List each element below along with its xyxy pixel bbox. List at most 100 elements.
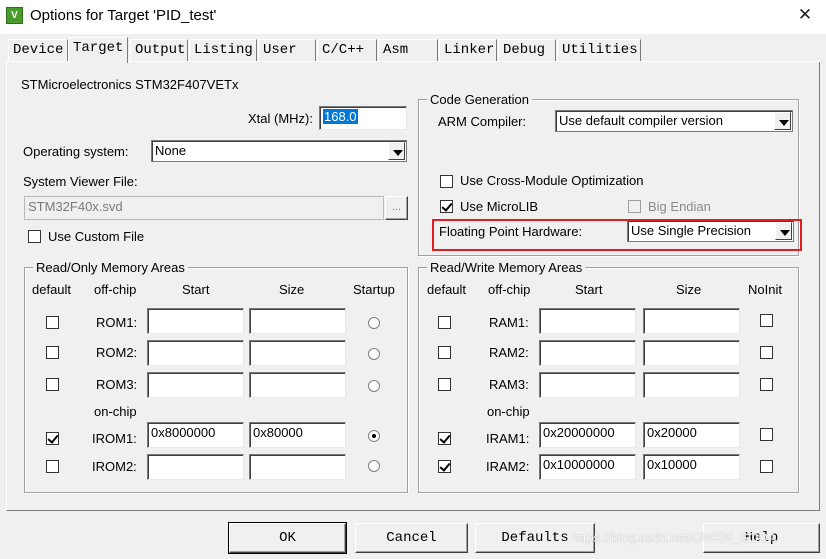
tab-device[interactable]: Device: [8, 39, 68, 61]
ok-button[interactable]: OK: [228, 522, 347, 554]
ram2-start-input[interactable]: [539, 340, 636, 366]
tab-c-cpp[interactable]: C/C++: [317, 39, 377, 61]
chevron-down-icon[interactable]: [388, 142, 405, 160]
irom2-startup-radio[interactable]: [368, 460, 380, 472]
ro-header-startup: Startup: [353, 282, 395, 297]
iram2-size-input[interactable]: 0x10000: [643, 454, 740, 480]
os-label: Operating system:: [23, 144, 129, 159]
ram1-size-input[interactable]: [643, 308, 740, 334]
iram1-label: IRAM1:: [486, 431, 530, 446]
rom3-start-input[interactable]: [147, 372, 244, 398]
ram1-noinit-checkbox[interactable]: [760, 314, 773, 327]
rom3-startup-radio[interactable]: [368, 380, 380, 392]
ram2-label: RAM2:: [489, 345, 529, 360]
rom3-default-checkbox[interactable]: [46, 378, 59, 391]
window-title: Options for Target 'PID_test': [30, 7, 217, 24]
ram2-noinit-checkbox[interactable]: [760, 346, 773, 359]
irom1-startup-radio[interactable]: [368, 430, 380, 442]
ram3-size-input[interactable]: [643, 372, 740, 398]
tab-asm[interactable]: Asm: [378, 39, 438, 61]
ro-header-offchip: off-chip: [94, 282, 137, 297]
tab-target[interactable]: Target: [68, 37, 128, 63]
svd-label: System Viewer File:: [23, 174, 138, 189]
chevron-down-icon[interactable]: [774, 112, 791, 130]
rom2-start-input[interactable]: [147, 340, 244, 366]
iram2-label: IRAM2:: [486, 459, 530, 474]
ro-header-size: Size: [279, 282, 305, 297]
rw-header-start: Start: [575, 282, 603, 297]
tab-listing[interactable]: Listing: [189, 39, 257, 61]
iram1-size-input[interactable]: 0x20000: [643, 422, 740, 448]
tab-divider: [6, 61, 820, 62]
tab-user[interactable]: User: [258, 39, 316, 61]
rom3-size-input[interactable]: [249, 372, 346, 398]
watermark: https://blog.csdn.net/OWEN_SODA: [572, 530, 777, 545]
iram2-default-checkbox[interactable]: [438, 460, 451, 473]
ram3-default-checkbox[interactable]: [438, 378, 451, 391]
custom-file-checkbox[interactable]: [28, 230, 41, 243]
keil-app-icon: V: [6, 7, 23, 24]
rom2-label: ROM2:: [96, 345, 138, 360]
arm-compiler-label: ARM Compiler:: [438, 114, 527, 129]
ro-header-start: Start: [182, 282, 210, 297]
irom1-size-input[interactable]: 0x80000: [249, 422, 346, 448]
rw-onchip-label: on-chip: [487, 404, 530, 419]
ram1-start-input[interactable]: [539, 308, 636, 334]
tab-output[interactable]: Output: [130, 39, 188, 61]
ram2-size-input[interactable]: [643, 340, 740, 366]
rom2-default-checkbox[interactable]: [46, 346, 59, 359]
xtal-input[interactable]: 168.0: [319, 106, 407, 130]
big-endian-checkbox: [628, 200, 641, 213]
tab-utilities[interactable]: Utilities: [557, 39, 641, 61]
rom1-label: ROM1:: [96, 315, 138, 330]
svd-browse-button: ...: [385, 196, 408, 220]
ram3-start-input[interactable]: [539, 372, 636, 398]
rw-header-offchip: off-chip: [488, 282, 531, 297]
irom1-start-input[interactable]: 0x8000000: [147, 422, 244, 448]
title-bar: V Options for Target 'PID_test' ✕: [0, 0, 826, 34]
tab-linker[interactable]: Linker: [439, 39, 497, 61]
rom1-start-input[interactable]: [147, 308, 244, 334]
rom3-label: ROM3:: [96, 377, 138, 392]
iram2-start-input[interactable]: 0x10000000: [539, 454, 636, 480]
irom1-label: IROM1:: [92, 431, 137, 446]
ro-onchip-label: on-chip: [94, 404, 137, 419]
iram1-noinit-checkbox[interactable]: [760, 428, 773, 441]
tab-debug[interactable]: Debug: [498, 39, 556, 61]
rw-header-noinit: NoInit: [748, 282, 782, 297]
os-select[interactable]: None: [151, 140, 407, 162]
rom1-default-checkbox[interactable]: [46, 316, 59, 329]
rw-header-default: default: [427, 282, 467, 297]
device-name: STMicroelectronics STM32F407VETx: [21, 77, 239, 92]
rw-header-size: Size: [676, 282, 702, 297]
code-generation-title: Code Generation: [427, 92, 533, 107]
ram3-label: RAM3:: [489, 377, 529, 392]
irom2-label: IROM2:: [92, 459, 137, 474]
fpu-highlight-box: [432, 219, 802, 251]
ram1-label: RAM1:: [489, 315, 529, 330]
close-icon[interactable]: ✕: [796, 5, 814, 25]
ram3-noinit-checkbox[interactable]: [760, 378, 773, 391]
iram1-start-input[interactable]: 0x20000000: [539, 422, 636, 448]
ram1-default-checkbox[interactable]: [438, 316, 451, 329]
irom2-default-checkbox[interactable]: [46, 460, 59, 473]
irom2-start-input[interactable]: [147, 454, 244, 480]
irom2-size-input[interactable]: [249, 454, 346, 480]
rom2-startup-radio[interactable]: [368, 348, 380, 360]
irom1-default-checkbox[interactable]: [46, 432, 59, 445]
rom1-startup-radio[interactable]: [368, 317, 380, 329]
microlib-checkbox[interactable]: [440, 200, 453, 213]
cross-module-checkbox[interactable]: [440, 175, 453, 188]
cross-module-label: Use Cross-Module Optimization: [460, 173, 644, 188]
arm-compiler-select[interactable]: Use default compiler version: [555, 110, 793, 132]
ro-memory-title: Read/Only Memory Areas: [33, 260, 188, 275]
iram1-default-checkbox[interactable]: [438, 432, 451, 445]
iram2-noinit-checkbox[interactable]: [760, 460, 773, 473]
ram2-default-checkbox[interactable]: [438, 346, 451, 359]
cancel-button[interactable]: Cancel: [355, 523, 468, 553]
rom1-size-input[interactable]: [249, 308, 346, 334]
rom2-size-input[interactable]: [249, 340, 346, 366]
rw-memory-title: Read/Write Memory Areas: [427, 260, 586, 275]
xtal-label: Xtal (MHz):: [248, 111, 313, 126]
big-endian-label: Big Endian: [648, 199, 711, 214]
